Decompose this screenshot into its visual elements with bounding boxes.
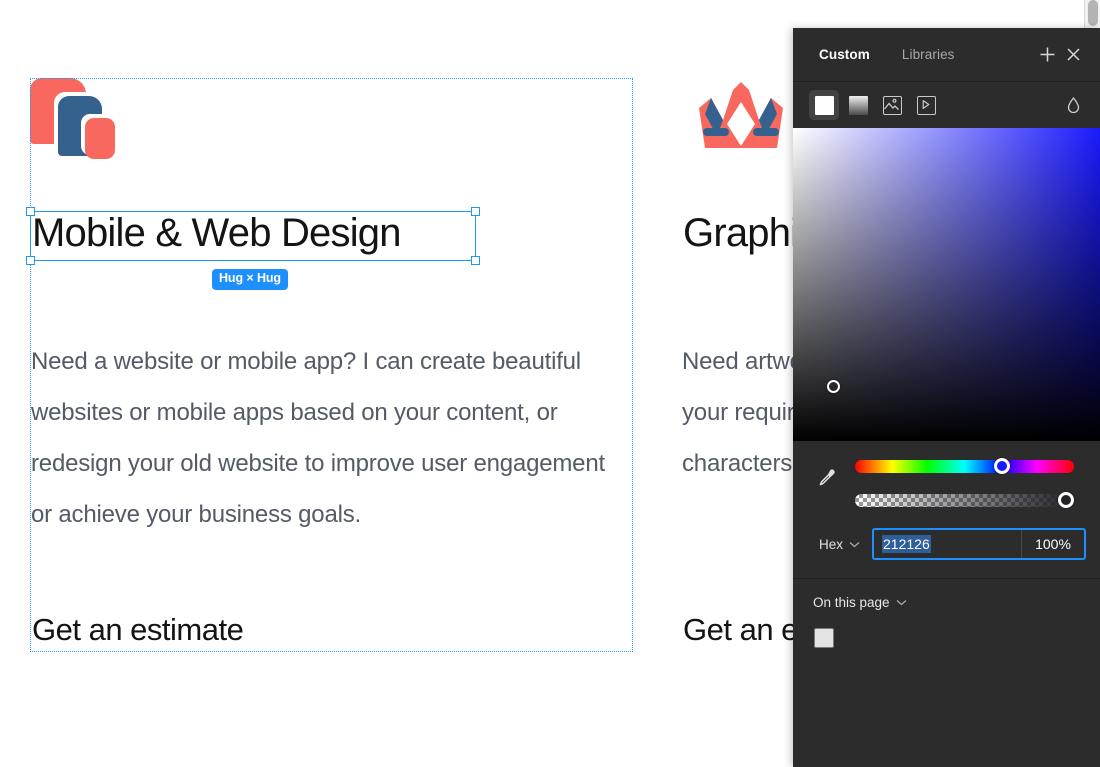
opacity-value-text[interactable]: 100%: [1022, 536, 1084, 552]
tab-libraries[interactable]: Libraries: [902, 47, 955, 62]
on-this-page-header[interactable]: On this page: [813, 595, 1074, 610]
fill-type-solid-button[interactable]: [809, 90, 839, 120]
hex-value-text[interactable]: 212126: [874, 535, 1021, 553]
nested-squares-logo-icon: [30, 78, 122, 163]
vertical-scrollbar-thumb[interactable]: [1088, 0, 1098, 26]
color-format-dropdown[interactable]: Hex: [819, 537, 860, 552]
on-this-page-section: On this page: [793, 578, 1100, 648]
card-left-logo-wrap: [30, 78, 633, 163]
size-badge[interactable]: Hug × Hug: [212, 269, 288, 290]
resize-handle-top-right[interactable]: [471, 207, 480, 216]
color-picker-panel[interactable]: Custom Libraries Hex 212126 100% On this…: [793, 28, 1100, 767]
chevron-down-icon: [849, 541, 860, 548]
card-left-body[interactable]: Need a website or mobile app? I can crea…: [31, 336, 631, 540]
hue-slider-track[interactable]: [855, 459, 1074, 473]
page-color-swatch[interactable]: [814, 628, 834, 648]
fill-type-gradient-button[interactable]: [843, 90, 873, 120]
hex-input-row: Hex 212126 100%: [793, 515, 1100, 560]
gradient-swatch-icon: [848, 95, 868, 115]
saturation-value-handle[interactable]: [827, 380, 840, 393]
on-this-page-label: On this page: [813, 595, 890, 610]
saturation-value-area[interactable]: [793, 128, 1100, 441]
color-format-label: Hex: [819, 536, 844, 552]
card-mobile-web-design[interactable]: [30, 78, 633, 191]
tab-custom[interactable]: Custom: [819, 47, 870, 62]
fill-type-row: [793, 82, 1100, 128]
panel-header: Custom Libraries: [793, 28, 1100, 82]
solid-swatch-icon: [814, 95, 834, 115]
eyedropper-icon[interactable]: [812, 463, 842, 493]
hue-slider-knob[interactable]: [994, 458, 1011, 474]
fill-type-image-button[interactable]: [877, 90, 907, 120]
fill-type-video-button[interactable]: [911, 90, 941, 120]
resize-handle-bottom-left[interactable]: [26, 256, 35, 265]
logo-shape-inner: [85, 118, 115, 159]
close-icon[interactable]: [1060, 42, 1086, 68]
card-left-title[interactable]: Mobile & Web Design: [32, 213, 401, 253]
card-left-cta[interactable]: Get an estimate: [32, 612, 244, 648]
add-icon[interactable]: [1034, 42, 1060, 68]
alpha-slider-knob[interactable]: [1058, 492, 1074, 508]
droplet-icon[interactable]: [1060, 92, 1086, 118]
resize-handle-bottom-right[interactable]: [471, 256, 480, 265]
alpha-slider-track[interactable]: [855, 493, 1074, 507]
image-icon: [882, 95, 902, 115]
video-icon: [916, 95, 936, 115]
alpha-slider-row[interactable]: [855, 489, 1074, 511]
slider-group: [793, 441, 1100, 515]
hex-input-field[interactable]: 212126 100%: [872, 528, 1086, 560]
crown-logo-icon: [699, 82, 783, 148]
hex-value-selected: 212126: [882, 535, 931, 553]
chevron-down-icon: [896, 599, 907, 606]
hue-slider-row[interactable]: [855, 455, 1074, 477]
